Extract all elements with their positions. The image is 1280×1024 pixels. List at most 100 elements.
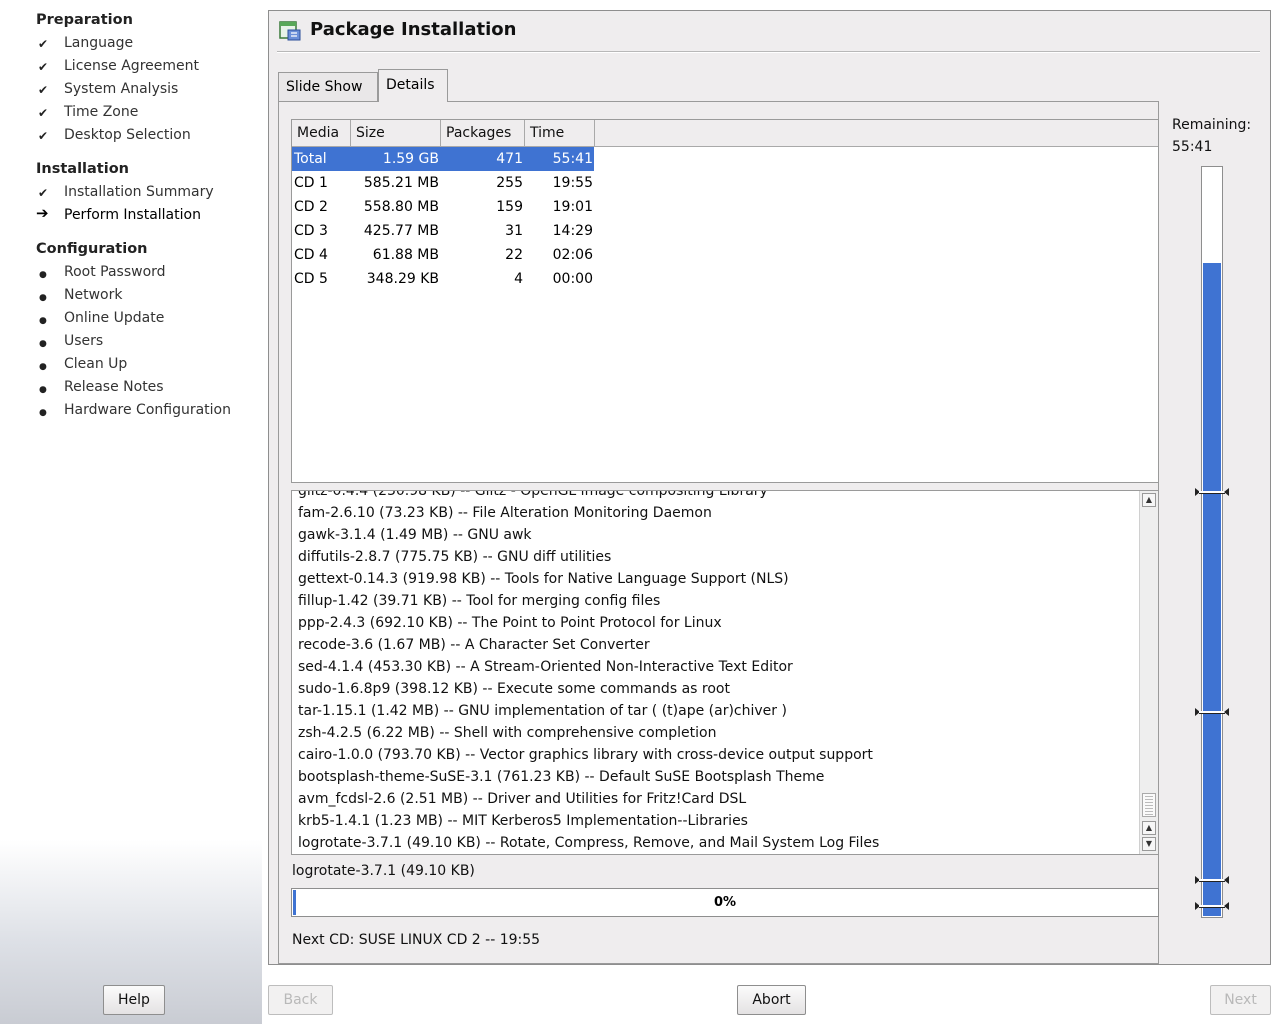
wizard-steps-sidebar: Preparation ✔ Language ✔ License Agreeme… — [0, 0, 262, 1024]
step-time-zone: Time Zone — [64, 104, 139, 120]
title-separator — [277, 51, 1260, 53]
cell-size: 585.21 MB — [363, 175, 439, 191]
total-progress-bar — [1201, 166, 1223, 918]
log-scrollbar[interactable]: ▲ ▲ ▼ — [1139, 491, 1158, 854]
check-icon: ✔ — [38, 129, 49, 143]
back-button[interactable]: Back — [268, 985, 333, 1015]
cell-time: 55:41 — [552, 151, 593, 167]
cell-media: CD 4 — [294, 247, 328, 263]
log-line: gettext-0.14.3 (919.98 KB) -- Tools for … — [298, 571, 789, 587]
step-hardware-configuration: Hardware Configuration — [64, 402, 231, 418]
column-header-size[interactable]: Size — [351, 120, 441, 147]
log-line: logrotate-3.7.1 (49.10 KB) -- Rotate, Co… — [298, 835, 880, 851]
step-installation-summary: Installation Summary — [64, 184, 214, 200]
log-line: diffutils-2.8.7 (775.75 KB) -- GNU diff … — [298, 549, 612, 565]
check-icon: ✔ — [38, 37, 49, 51]
table-row-total[interactable]: Total 1.59 GB 471 55:41 — [292, 147, 594, 171]
cell-size: 348.29 KB — [366, 271, 439, 287]
next-cd-label: Next CD: SUSE LINUX CD 2 -- 19:55 — [292, 932, 541, 948]
abort-button[interactable]: Abort — [737, 985, 806, 1015]
bullet-icon: ● — [39, 339, 47, 349]
scroll-down-button[interactable]: ▼ — [1142, 837, 1156, 851]
step-users: Users — [64, 333, 104, 349]
tab-details[interactable]: Details — [378, 69, 448, 102]
cell-time: 19:01 — [552, 199, 593, 215]
step-online-update: Online Update — [64, 310, 165, 326]
cell-time: 00:00 — [552, 271, 593, 287]
cell-media: CD 3 — [294, 223, 328, 239]
cell-packages: 22 — [505, 247, 523, 263]
table-row[interactable]: CD 4 61.88 MB 22 02:06 — [292, 243, 594, 267]
log-line: glitz-0.4.4 (230.98 KB) -- Glitz - OpenG… — [298, 490, 768, 499]
cell-packages: 255 — [496, 175, 523, 191]
step-release-notes: Release Notes — [64, 379, 164, 395]
media-table[interactable]: Media Size Packages Time Total 1.59 GB 4… — [291, 119, 1159, 483]
step-language: Language — [64, 35, 134, 51]
step-system-analysis: System Analysis — [64, 81, 179, 97]
scroll-up-button[interactable]: ▲ — [1142, 493, 1156, 507]
cell-size: 558.80 MB — [363, 199, 439, 215]
help-button[interactable]: Help — [103, 985, 165, 1015]
scroll-up-button-lower[interactable]: ▲ — [1142, 821, 1156, 835]
bullet-icon: ● — [39, 270, 47, 280]
cd-boundary-marker — [1195, 876, 1229, 885]
log-line: krb5-1.4.1 (1.23 MB) -- MIT Kerberos5 Im… — [298, 813, 748, 829]
cell-packages: 31 — [505, 223, 523, 239]
cell-media: CD 2 — [294, 199, 328, 215]
section-title-installation: Installation — [36, 161, 129, 177]
log-line: avm_fcdsl-2.6 (2.51 MB) -- Driver and Ut… — [298, 791, 747, 807]
step-root-password: Root Password — [64, 264, 166, 280]
scroll-thumb[interactable] — [1142, 793, 1156, 817]
section-title-configuration: Configuration — [36, 241, 148, 257]
cell-packages: 4 — [514, 271, 523, 287]
log-line: fillup-1.42 (39.71 KB) -- Tool for mergi… — [298, 593, 661, 609]
bullet-icon: ● — [39, 408, 47, 418]
log-line: bootsplash-theme-SuSE-3.1 (761.23 KB) --… — [298, 769, 825, 785]
cell-time: 19:55 — [552, 175, 593, 191]
bullet-icon: ● — [39, 362, 47, 372]
cell-size: 425.77 MB — [363, 223, 439, 239]
log-line: recode-3.6 (1.67 MB) -- A Character Set … — [298, 637, 650, 653]
cd-boundary-marker — [1195, 488, 1229, 497]
cd-boundary-marker — [1195, 902, 1229, 911]
table-row[interactable]: CD 1 585.21 MB 255 19:55 — [292, 171, 594, 195]
cell-media: CD 1 — [294, 175, 328, 191]
bullet-icon: ● — [39, 316, 47, 326]
log-line: tar-1.15.1 (1.42 MB) -- GNU implementati… — [298, 703, 787, 719]
column-header-packages[interactable]: Packages — [441, 120, 525, 147]
check-icon: ✔ — [38, 186, 49, 200]
check-icon: ✔ — [38, 60, 49, 74]
remaining-time: 55:41 — [1172, 139, 1213, 155]
cell-time: 02:06 — [552, 247, 593, 263]
log-line: ppp-2.4.3 (692.10 KB) -- The Point to Po… — [298, 615, 722, 631]
column-header-time[interactable]: Time — [525, 120, 595, 147]
step-network: Network — [64, 287, 123, 303]
cell-time: 14:29 — [552, 223, 593, 239]
cell-size: 61.88 MB — [372, 247, 439, 263]
cell-size: 1.59 GB — [382, 151, 439, 167]
remaining-label: Remaining: — [1172, 117, 1252, 133]
log-line: sed-4.1.4 (453.30 KB) -- A Stream-Orient… — [298, 659, 793, 675]
table-row[interactable]: CD 5 348.29 KB 4 00:00 — [292, 267, 594, 291]
log-line: sudo-1.6.8p9 (398.12 KB) -- Execute some… — [298, 681, 730, 697]
check-icon: ✔ — [38, 83, 49, 97]
package-progress-bar: 0% — [291, 888, 1159, 917]
bullet-icon: ● — [39, 385, 47, 395]
cell-packages: 159 — [496, 199, 523, 215]
page-title: Package Installation — [310, 19, 517, 40]
step-clean-up: Clean Up — [64, 356, 128, 372]
next-button[interactable]: Next — [1210, 985, 1271, 1015]
cell-media: Total — [294, 151, 327, 167]
tab-slide-show[interactable]: Slide Show — [278, 72, 378, 101]
log-line: cairo-1.0.0 (793.70 KB) -- Vector graphi… — [298, 747, 873, 763]
log-lines: glitz-0.4.4 (230.98 KB) -- Glitz - OpenG… — [298, 490, 1138, 854]
step-perform-installation: Perform Installation — [64, 207, 201, 223]
installation-log[interactable]: glitz-0.4.4 (230.98 KB) -- Glitz - OpenG… — [291, 490, 1159, 855]
table-row[interactable]: CD 2 558.80 MB 159 19:01 — [292, 195, 594, 219]
column-header-media[interactable]: Media — [292, 120, 351, 147]
cell-packages: 471 — [496, 151, 523, 167]
cell-media: CD 5 — [294, 271, 328, 287]
package-install-icon — [279, 21, 301, 41]
log-line: zsh-4.2.5 (6.22 MB) -- Shell with compre… — [298, 725, 717, 741]
table-row[interactable]: CD 3 425.77 MB 31 14:29 — [292, 219, 594, 243]
